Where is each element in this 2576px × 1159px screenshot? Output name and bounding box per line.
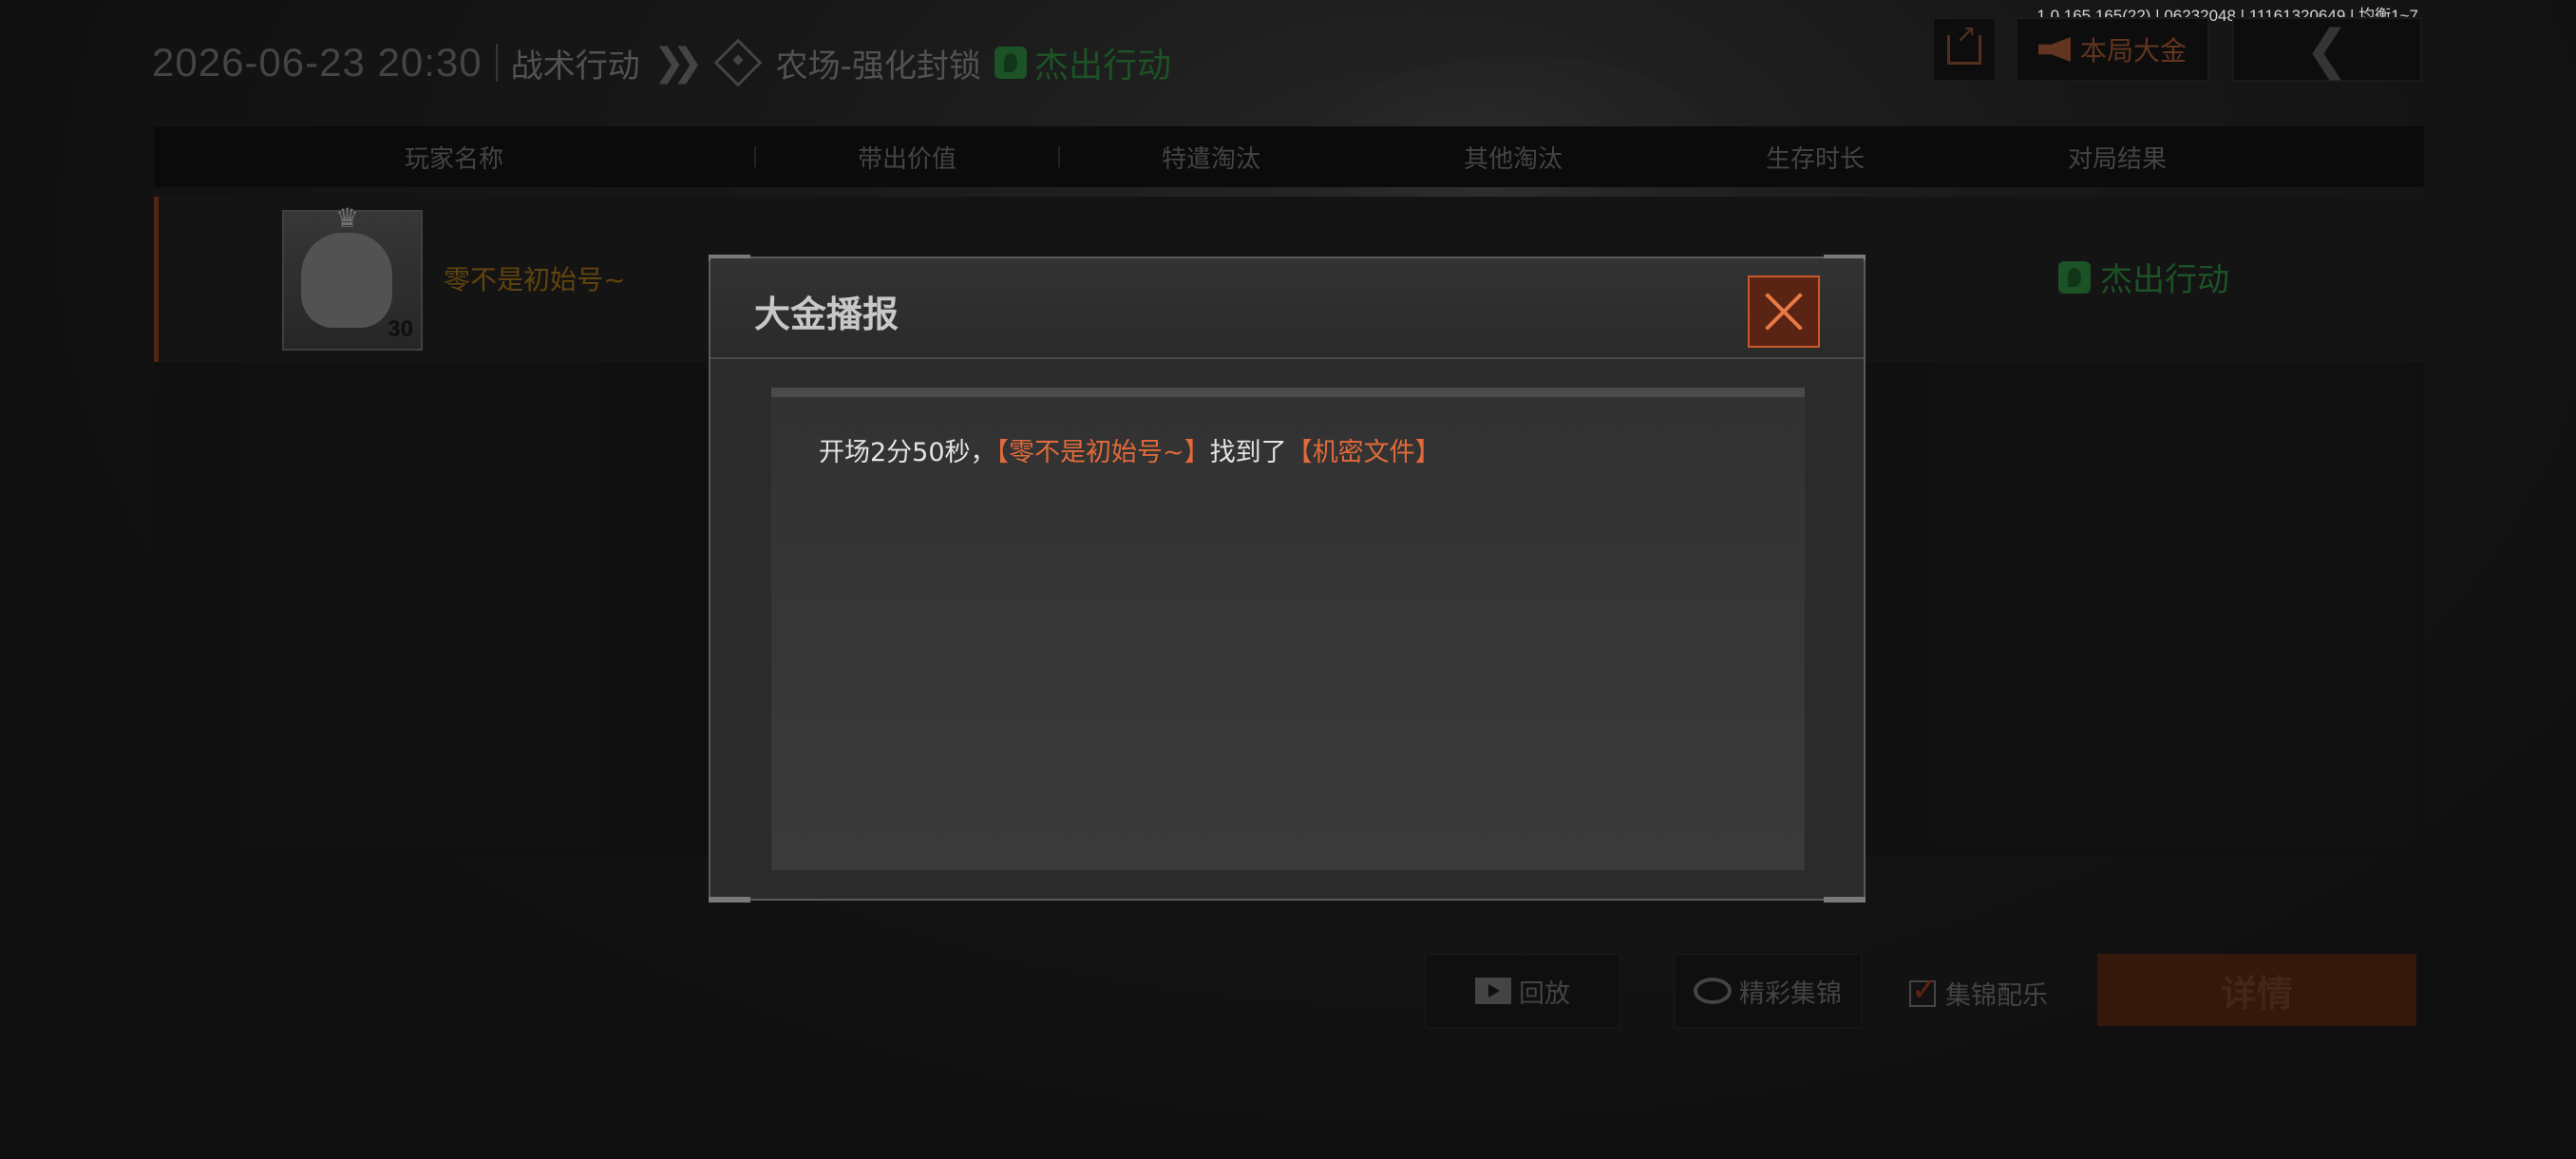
message-middle: 找到了 bbox=[1209, 438, 1287, 467]
dialog-body: 开场2分50秒，【零不是初始号~】找到了【机密文件】 bbox=[771, 388, 1805, 870]
dialog-header: 大金播报 bbox=[710, 258, 1864, 359]
dialog-corner bbox=[709, 897, 750, 902]
broadcast-message: 开场2分50秒，【零不是初始号~】找到了【机密文件】 bbox=[819, 431, 1441, 468]
message-player: 【零不是初始号~】 bbox=[995, 438, 1210, 467]
broadcast-dialog: 大金播报 开场2分50秒，【零不是初始号~】找到了【机密文件】 bbox=[709, 255, 1866, 902]
message-prefix: 开场2分50秒， bbox=[819, 438, 996, 467]
close-icon[interactable] bbox=[1748, 276, 1820, 348]
message-item: 【机密文件】 bbox=[1286, 438, 1441, 467]
dialog-corner bbox=[1824, 897, 1866, 902]
dialog-title: 大金播报 bbox=[754, 294, 900, 335]
